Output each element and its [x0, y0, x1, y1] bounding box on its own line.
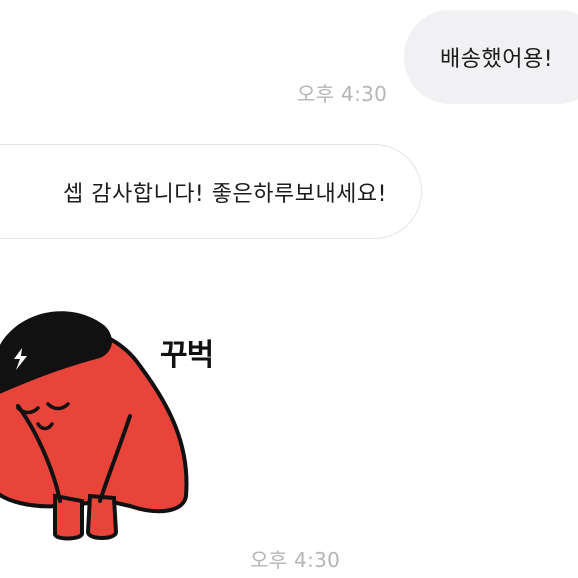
incoming-message-bubble[interactable]: 셉 감사합니다! 좋은하루보내세요! [0, 144, 422, 239]
outgoing-message-timestamp: 오후 4:30 [297, 82, 388, 106]
outgoing-message-text: 배송했어용! [440, 47, 554, 72]
sticker-timestamp: 오후 4:30 [250, 548, 341, 572]
incoming-message-text: 셉 감사합니다! 좋은하루보내세요! [63, 182, 387, 207]
sticker-caption: 꾸벅 [160, 338, 214, 373]
outgoing-message-bubble[interactable]: 배송했어용! [404, 10, 578, 104]
sticker-right-leg [85, 493, 119, 540]
chat-thread: 배송했어용! 오후 4:30 셉 감사합니다! 좋은하루보내세요! 꾸벅 오후 … [0, 0, 578, 578]
